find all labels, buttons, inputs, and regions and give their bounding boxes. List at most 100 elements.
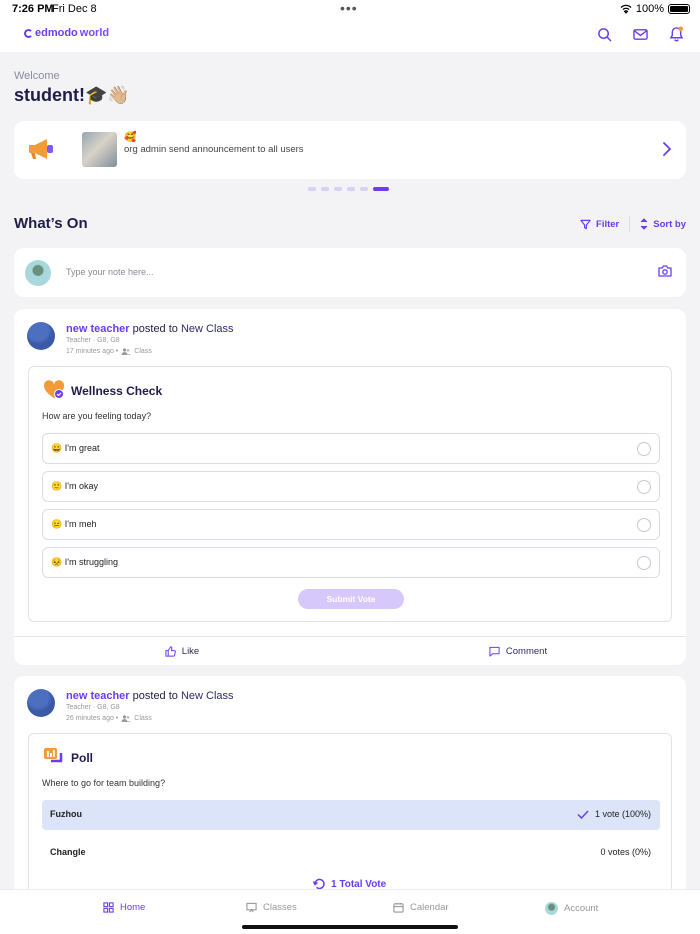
author-avatar[interactable] (27, 689, 55, 717)
post-actions: Like Comment (14, 636, 686, 665)
option-emoji: 😣 (51, 557, 63, 567)
tab-calendar[interactable]: Calendar (393, 902, 449, 913)
wellness-title: Wellness Check (71, 384, 163, 398)
welcome-label: Welcome (14, 70, 60, 82)
option-text: I'm okay (64, 481, 98, 491)
controls-divider (629, 216, 631, 232)
class-link[interactable]: New Class (181, 690, 234, 702)
posted-to-text: posted to (129, 690, 181, 702)
radio-button[interactable] (637, 518, 651, 532)
feed-controls: Filter Sort by (580, 216, 686, 232)
option-emoji: 🙂 (51, 481, 63, 491)
post-meta: 17 minutes ago • Class (66, 348, 152, 355)
author-avatar[interactable] (27, 322, 55, 350)
post-header: new teacher posted to New Class (66, 690, 234, 702)
edmodo-world-logo[interactable]: edmodo world (24, 27, 109, 39)
calendar-icon (393, 902, 404, 913)
search-button[interactable] (594, 24, 614, 44)
pager-dot[interactable] (308, 187, 316, 191)
notifications-button[interactable] (666, 24, 686, 44)
camera-icon[interactable] (658, 265, 672, 277)
comment-label: Comment (505, 645, 548, 657)
wellness-question: How are you feeling today? (42, 411, 152, 421)
poll-result-row[interactable]: Changle 0 votes (0%) (42, 838, 660, 868)
option-emoji: 😀 (51, 443, 63, 453)
option-text: I'm meh (64, 519, 97, 529)
logo-text-b: world (79, 27, 110, 39)
wellness-card: Wellness Check How are you feeling today… (28, 366, 672, 622)
post-wellness-check: new teacher posted to New Class Teacher … (14, 309, 686, 665)
tab-account-label: Account (564, 903, 599, 914)
author-name[interactable]: new teacher (66, 690, 130, 702)
tab-home-label: Home (120, 902, 146, 913)
group-icon (121, 715, 132, 722)
filter-label: Filter (596, 218, 620, 230)
vote-count: 1 vote (100%) (594, 809, 651, 819)
pager-dot[interactable] (360, 187, 368, 191)
mail-icon (632, 28, 648, 40)
status-bar: 7:26 PM Fri Dec 8 ••• 100% (0, 0, 700, 18)
pager-dot[interactable] (373, 187, 389, 191)
post-meta: 26 minutes ago • Class (66, 715, 152, 722)
posted-to-text: posted to (129, 323, 181, 335)
like-button[interactable]: Like (14, 637, 350, 665)
announcement-card[interactable]: 🥰 org admin send announcement to all use… (14, 121, 686, 179)
radio-button[interactable] (637, 556, 651, 570)
top-actions (594, 24, 686, 44)
class-link[interactable]: New Class (181, 323, 234, 335)
app-bar: edmodo world (0, 18, 700, 52)
poll-result-row[interactable]: Fuzhou 1 vote (100%) (42, 800, 660, 830)
announcement-pager[interactable] (308, 187, 389, 191)
wellness-option[interactable]: 😀 I'm great (42, 433, 660, 464)
radio-button[interactable] (637, 480, 651, 494)
author-subtitle: Teacher · G8, G8 (66, 337, 120, 344)
pager-dot[interactable] (347, 187, 355, 191)
vote-count: 0 votes (0%) (600, 847, 651, 857)
submit-vote-button[interactable]: Submit Vote (298, 589, 404, 609)
wellness-option[interactable]: 😣 I'm struggling (42, 547, 660, 578)
option-label: 😐 I'm meh (51, 519, 96, 530)
home-indicator[interactable] (242, 925, 458, 929)
group-icon (121, 348, 132, 355)
author-name[interactable]: new teacher (66, 323, 130, 335)
note-input[interactable] (66, 262, 626, 282)
wellness-option[interactable]: 😐 I'm meh (42, 509, 660, 540)
status-right: 100% (620, 3, 690, 15)
announcement-thumbnail (82, 132, 117, 167)
wellness-option[interactable]: 🙂 I'm okay (42, 471, 660, 502)
tab-account[interactable]: Account (545, 902, 598, 915)
poll-title: Poll (71, 751, 94, 765)
filter-button[interactable]: Filter (580, 219, 619, 230)
pager-dot[interactable] (334, 187, 342, 191)
user-avatar (25, 260, 51, 286)
filter-icon (580, 219, 591, 229)
sort-button[interactable]: Sort by (640, 218, 686, 230)
option-emoji: 😐 (51, 519, 63, 529)
check-icon (577, 809, 589, 819)
poll-option-label: Fuzhou (50, 809, 82, 819)
tab-home[interactable]: Home (103, 902, 145, 913)
radio-button[interactable] (637, 442, 651, 456)
post-audience: Class (134, 715, 152, 722)
logo-mark-icon (24, 28, 33, 38)
option-label: 🙂 I'm okay (51, 481, 98, 492)
battery-percent: 100% (635, 3, 664, 15)
messages-button[interactable] (630, 24, 650, 44)
pager-dot[interactable] (321, 187, 329, 191)
total-votes-label: 1 Total Vote (331, 878, 387, 890)
post-audience: Class (134, 348, 152, 355)
tab-classes-label: Classes (263, 902, 297, 913)
chevron-right-icon[interactable] (662, 141, 672, 157)
search-icon (597, 27, 611, 41)
wifi-icon (620, 4, 632, 14)
announcement-emoji: 🥰 (124, 132, 137, 143)
poll-option-votes: 1 vote (100%) (577, 809, 651, 819)
status-date: Fri Dec 8 (52, 3, 97, 15)
heart-check-icon (43, 380, 65, 399)
post-header: new teacher posted to New Class (66, 323, 234, 335)
option-text: I'm struggling (64, 557, 118, 567)
battery-icon (668, 4, 690, 14)
multitasking-dots-icon[interactable]: ••• (340, 0, 358, 16)
tab-classes[interactable]: Classes (246, 902, 297, 913)
comment-button[interactable]: Comment (350, 637, 686, 665)
